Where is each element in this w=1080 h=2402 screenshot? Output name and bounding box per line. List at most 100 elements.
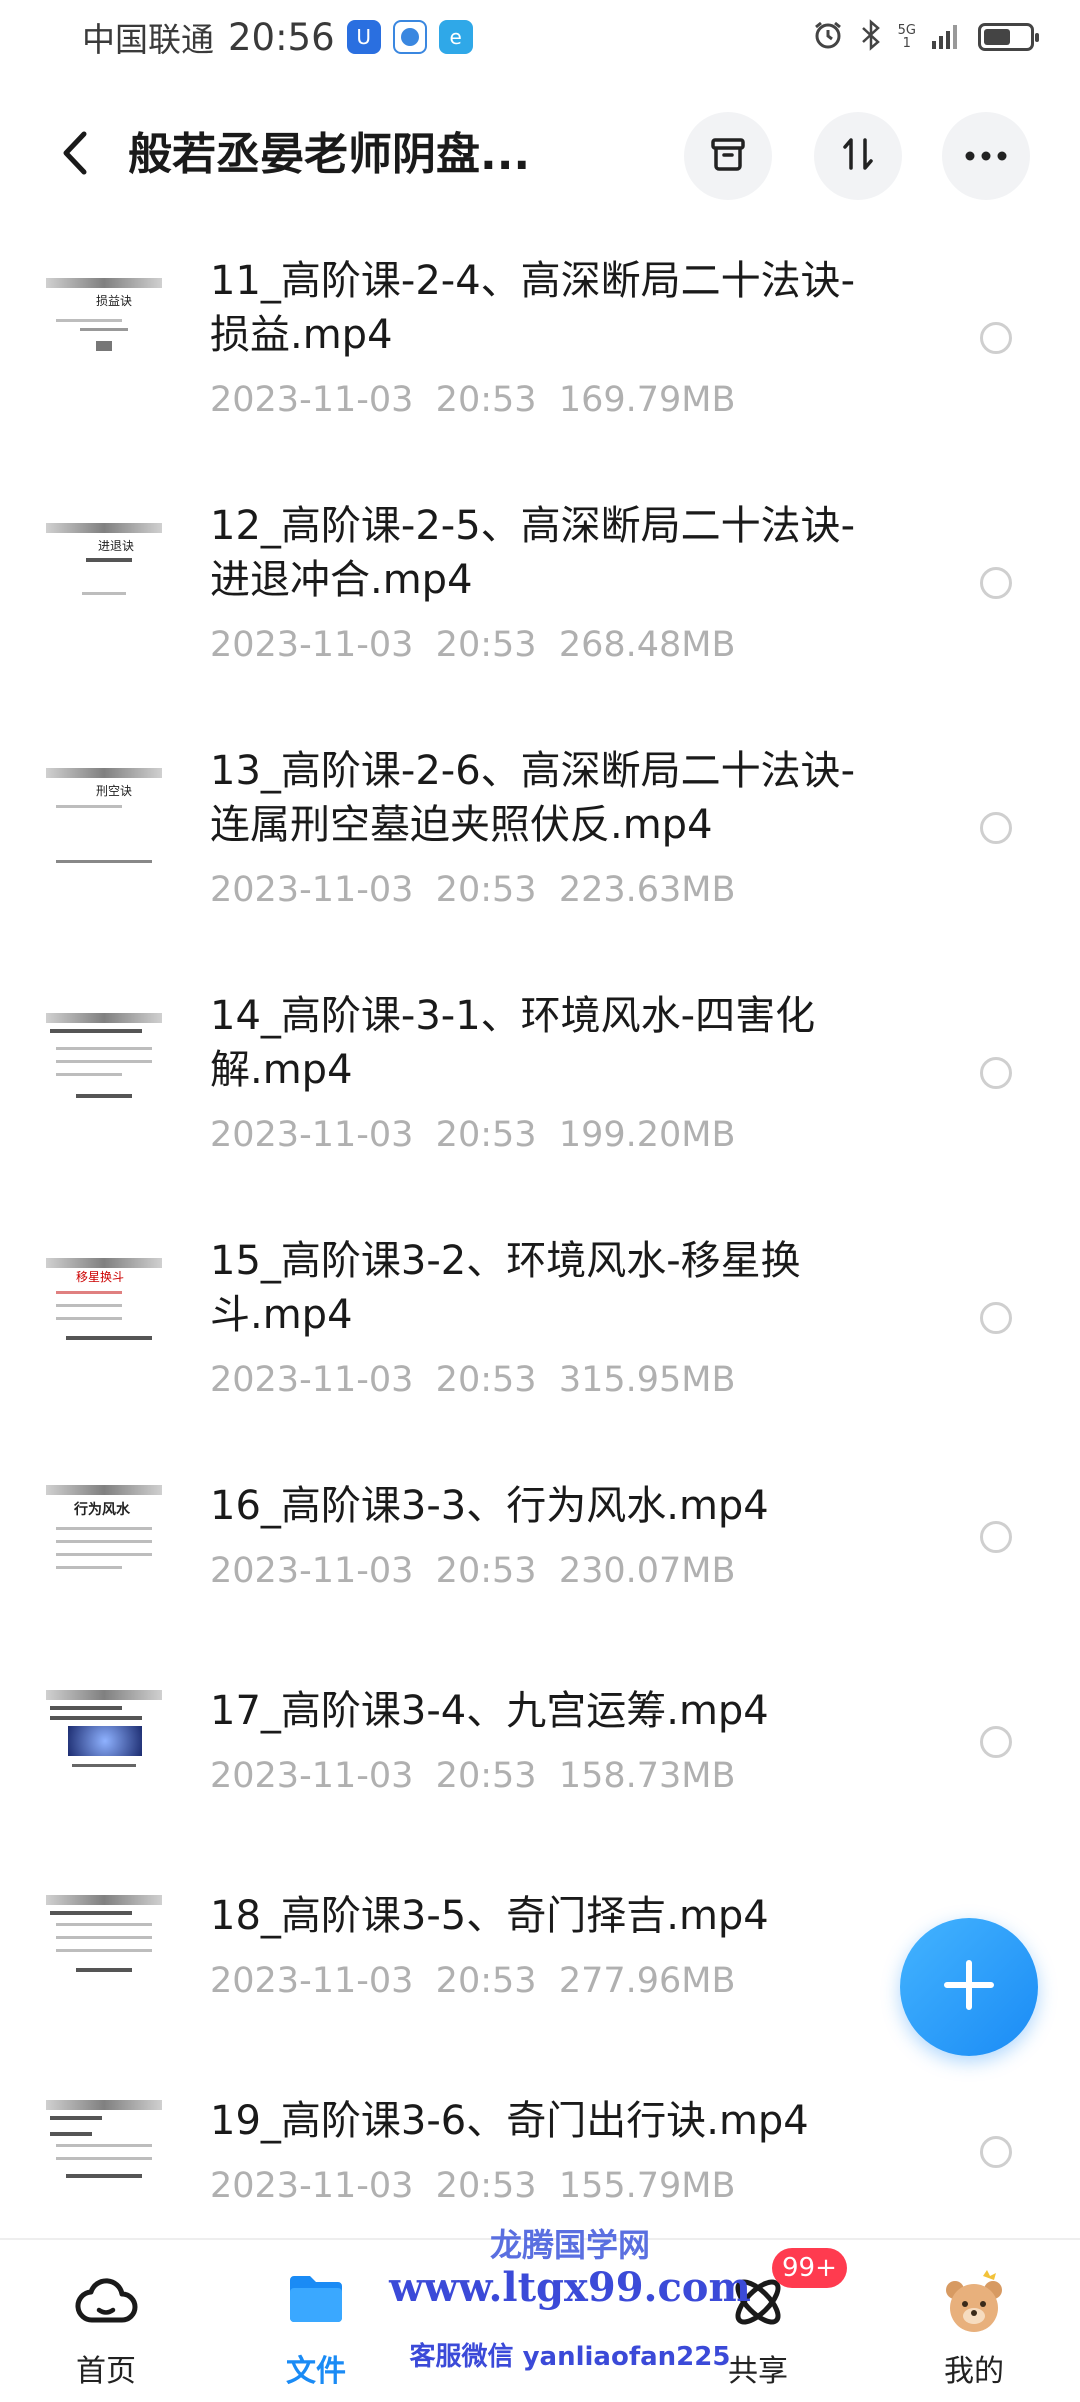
- file-name: 11_高阶课-2-4、高深断局二十法诀-损益.mp4: [210, 258, 856, 358]
- nav-label: 我的: [944, 2354, 1004, 2389]
- file-time: 20:53: [435, 870, 537, 910]
- file-date: 2023-11-03: [210, 1551, 414, 1591]
- file-date: 2023-11-03: [210, 870, 414, 910]
- select-radio[interactable]: [980, 1057, 1012, 1089]
- video-thumbnail: 进退诀: [46, 523, 162, 633]
- list-item[interactable]: 损益诀 11_高阶课-2-4、高深断局二十法诀-损益.mp4 2023-11-0…: [0, 230, 1080, 475]
- file-name: 18_高阶课3-5、奇门择吉.mp4: [210, 1893, 769, 1939]
- archive-icon: [708, 134, 748, 178]
- file-time: 20:53: [435, 2166, 537, 2206]
- file-date: 2023-11-03: [210, 2166, 414, 2206]
- video-thumbnail: 刑空诀: [46, 768, 162, 878]
- nav-item-share[interactable]: 99+ 共享: [668, 2240, 848, 2402]
- notification-badge: 99+: [772, 2248, 847, 2288]
- video-thumbnail: 损益诀: [46, 278, 162, 388]
- nav-label: 文件: [286, 2354, 346, 2389]
- file-size: 155.79MB: [558, 2166, 736, 2206]
- chevron-left-icon: [58, 130, 92, 180]
- file-name: 15_高阶课3-2、环境风水-移星换斗.mp4: [210, 1238, 801, 1338]
- sort-icon: [838, 134, 878, 178]
- select-radio[interactable]: [980, 1302, 1012, 1334]
- video-thumbnail: [46, 1013, 162, 1123]
- status-left: 中国联通 20:56 U e: [82, 13, 473, 61]
- archive-button[interactable]: [684, 112, 772, 200]
- file-meta: 2023-11-03 20:53 223.63MB: [210, 870, 736, 910]
- file-time: 20:53: [435, 1961, 537, 2001]
- file-date: 2023-11-03: [210, 380, 414, 420]
- page-title: 般若丞晏老师阴盘...: [128, 129, 531, 180]
- select-radio[interactable]: [980, 1521, 1012, 1553]
- file-size: 169.79MB: [558, 380, 736, 420]
- file-name: 16_高阶课3-3、行为风水.mp4: [210, 1483, 769, 1529]
- file-date: 2023-11-03: [210, 1115, 414, 1155]
- nav-label: 共享: [728, 2354, 788, 2389]
- file-size: 315.95MB: [558, 1360, 736, 1400]
- carrier-label: 中国联通: [82, 20, 214, 59]
- status-right: 5G 1: [812, 19, 1039, 55]
- file-size: 277.96MB: [558, 1961, 736, 2001]
- list-item[interactable]: 进退诀 12_高阶课-2-5、高深断局二十法诀-进退冲合.mp4 2023-11…: [0, 475, 1080, 720]
- more-button[interactable]: [942, 112, 1030, 200]
- select-radio[interactable]: [980, 1726, 1012, 1758]
- select-radio[interactable]: [980, 322, 1012, 354]
- file-name: 12_高阶课-2-5、高深断局二十法诀-进退冲合.mp4: [210, 503, 856, 603]
- list-item[interactable]: 刑空诀 13_高阶课-2-6、高深断局二十法诀-连属刑空墓迫夹照伏反.mp4 2…: [0, 720, 1080, 965]
- file-time: 20:53: [435, 1756, 537, 1796]
- header: 般若丞晏老师阴盘...: [0, 110, 1080, 200]
- sort-button[interactable]: [814, 112, 902, 200]
- file-time: 20:53: [435, 625, 537, 665]
- file-size: 230.07MB: [558, 1551, 736, 1591]
- file-meta: 2023-11-03 20:53 169.79MB: [210, 380, 736, 420]
- video-thumbnail: [46, 2100, 162, 2210]
- alarm-icon: [812, 19, 844, 55]
- status-bar: 中国联通 20:56 U e 5G 1: [0, 0, 1080, 74]
- list-item[interactable]: 移星换斗 15_高阶课3-2、环境风水-移星换斗.mp4 2023-11-03 …: [0, 1210, 1080, 1455]
- video-thumbnail: [46, 1895, 162, 2005]
- file-date: 2023-11-03: [210, 1961, 414, 2001]
- video-thumbnail: 行为风水: [46, 1485, 162, 1595]
- bear-avatar-icon: [939, 2270, 1009, 2340]
- file-time: 20:53: [435, 1115, 537, 1155]
- list-item[interactable]: 14_高阶课-3-1、环境风水-四害化解.mp4 2023-11-03 20:5…: [0, 965, 1080, 1210]
- file-meta: 2023-11-03 20:53 155.79MB: [210, 2166, 736, 2206]
- file-size: 268.48MB: [558, 625, 736, 665]
- folder-icon: [286, 2270, 346, 2330]
- e-app-icon: e: [438, 20, 473, 54]
- file-time: 20:53: [435, 380, 537, 420]
- cloud-icon: [73, 2270, 139, 2334]
- file-date: 2023-11-03: [210, 1756, 414, 1796]
- nav-label: 首页: [76, 2354, 136, 2389]
- list-item[interactable]: 17_高阶课3-4、九宫运筹.mp4 2023-11-03 20:53 158.…: [0, 1660, 1080, 1865]
- back-button[interactable]: [40, 120, 110, 190]
- bottom-nav: 首页 文件 99+ 共享 我的: [0, 2238, 1080, 2400]
- video-thumbnail: [46, 1690, 162, 1800]
- battery-icon: [978, 23, 1039, 51]
- file-name: 17_高阶课3-4、九宫运筹.mp4: [210, 1688, 769, 1734]
- more-icon: [964, 147, 1008, 166]
- bluetooth-icon: [860, 19, 882, 55]
- file-meta: 2023-11-03 20:53 315.95MB: [210, 1360, 736, 1400]
- list-item[interactable]: 行为风水 16_高阶课3-3、行为风水.mp4 2023-11-03 20:53…: [0, 1455, 1080, 1660]
- add-button[interactable]: [900, 1918, 1038, 2056]
- nav-item-files[interactable]: 文件: [226, 2240, 406, 2402]
- select-radio[interactable]: [980, 812, 1012, 844]
- file-size: 158.73MB: [558, 1756, 736, 1796]
- clock: 20:56: [228, 15, 335, 59]
- shield-app-icon: U: [346, 20, 381, 54]
- file-date: 2023-11-03: [210, 1360, 414, 1400]
- file-meta: 2023-11-03 20:53 268.48MB: [210, 625, 736, 665]
- file-date: 2023-11-03: [210, 625, 414, 665]
- file-time: 20:53: [435, 1551, 537, 1591]
- file-name: 13_高阶课-2-6、高深断局二十法诀-连属刑空墓迫夹照伏反.mp4: [210, 748, 856, 848]
- nav-item-home[interactable]: 首页: [16, 2240, 196, 2402]
- file-meta: 2023-11-03 20:53 158.73MB: [210, 1756, 736, 1796]
- select-radio[interactable]: [980, 567, 1012, 599]
- file-name: 14_高阶课-3-1、环境风水-四害化解.mp4: [210, 993, 816, 1093]
- nav-item-me[interactable]: 我的: [884, 2240, 1064, 2402]
- signal-icon: [932, 21, 962, 53]
- browser-app-icon: [392, 20, 427, 54]
- plus-icon: [941, 1957, 997, 2017]
- file-meta: 2023-11-03 20:53 230.07MB: [210, 1551, 736, 1591]
- select-radio[interactable]: [980, 2136, 1012, 2168]
- file-time: 20:53: [435, 1360, 537, 1400]
